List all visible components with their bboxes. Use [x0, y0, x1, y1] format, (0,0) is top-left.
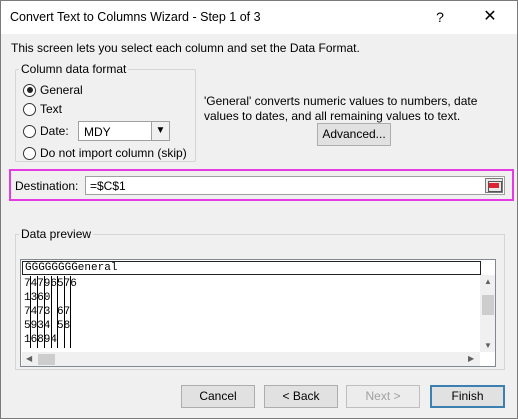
preview-row: 7473 67: [24, 306, 71, 318]
cancel-button[interactable]: Cancel: [181, 385, 255, 408]
date-format-select[interactable]: MDY ▼: [78, 121, 170, 141]
radio-general[interactable]: General: [23, 82, 83, 98]
scroll-thumb[interactable]: [38, 354, 55, 365]
advanced-button[interactable]: Advanced...: [317, 123, 391, 146]
scroll-up-icon[interactable]: ▲: [484, 277, 492, 286]
horizontal-scrollbar[interactable]: ◀ ▶: [22, 352, 480, 366]
vertical-scrollbar[interactable]: ▲ ▼: [480, 275, 495, 352]
radio-button[interactable]: [23, 146, 36, 160]
title-bar: Convert Text to Columns Wizard - Step 1 …: [1, 1, 517, 34]
back-button[interactable]: < Back: [264, 385, 338, 408]
preview-header: GGGGGGGGeneral: [22, 261, 481, 275]
data-preview-box[interactable]: GGGGGGGGeneral 74796576 1360 7473 67 593…: [20, 259, 496, 367]
preview-row: 16894: [24, 334, 58, 346]
radio-skip[interactable]: Do not import column (skip): [23, 145, 187, 161]
radio-date-label: Date:: [40, 124, 69, 138]
destination-label: Destination:: [15, 179, 79, 193]
scroll-thumb[interactable]: [482, 295, 494, 315]
format-description: 'General' converts numeric values to num…: [204, 94, 478, 123]
destination-input[interactable]: =$C$1: [85, 176, 505, 195]
radio-skip-label: Do not import column (skip): [40, 146, 187, 160]
range-select-icon[interactable]: [485, 178, 503, 193]
destination-value: =$C$1: [90, 179, 126, 193]
radio-button-checked[interactable]: [23, 83, 36, 97]
next-button[interactable]: Next >: [346, 385, 420, 408]
scroll-down-icon[interactable]: ▼: [484, 341, 492, 350]
radio-text[interactable]: Text: [23, 101, 62, 117]
preview-row: 5934 58: [24, 320, 71, 332]
column-format-title: Column data format: [19, 62, 129, 76]
radio-date[interactable]: Date:: [23, 123, 69, 139]
radio-button[interactable]: [23, 102, 36, 116]
intro-text: This screen lets you select each column …: [11, 41, 360, 55]
scroll-right-icon[interactable]: ▶: [468, 354, 474, 363]
close-button[interactable]: ✕: [475, 5, 505, 29]
date-format-value: MDY: [84, 125, 111, 139]
preview-row: 74796576: [24, 278, 77, 290]
window-title: Convert Text to Columns Wizard - Step 1 …: [10, 10, 261, 24]
wizard-dialog: Convert Text to Columns Wizard - Step 1 …: [0, 0, 518, 419]
preview-row: 1360: [24, 292, 51, 304]
chevron-down-icon[interactable]: ▼: [151, 122, 169, 140]
scroll-left-icon[interactable]: ◀: [26, 354, 32, 363]
radio-button[interactable]: [23, 124, 36, 138]
help-button[interactable]: ?: [426, 5, 454, 29]
radio-text-label: Text: [40, 102, 63, 116]
finish-button[interactable]: Finish: [430, 385, 505, 408]
radio-general-label: General: [40, 83, 83, 97]
data-preview-title: Data preview: [19, 227, 94, 241]
